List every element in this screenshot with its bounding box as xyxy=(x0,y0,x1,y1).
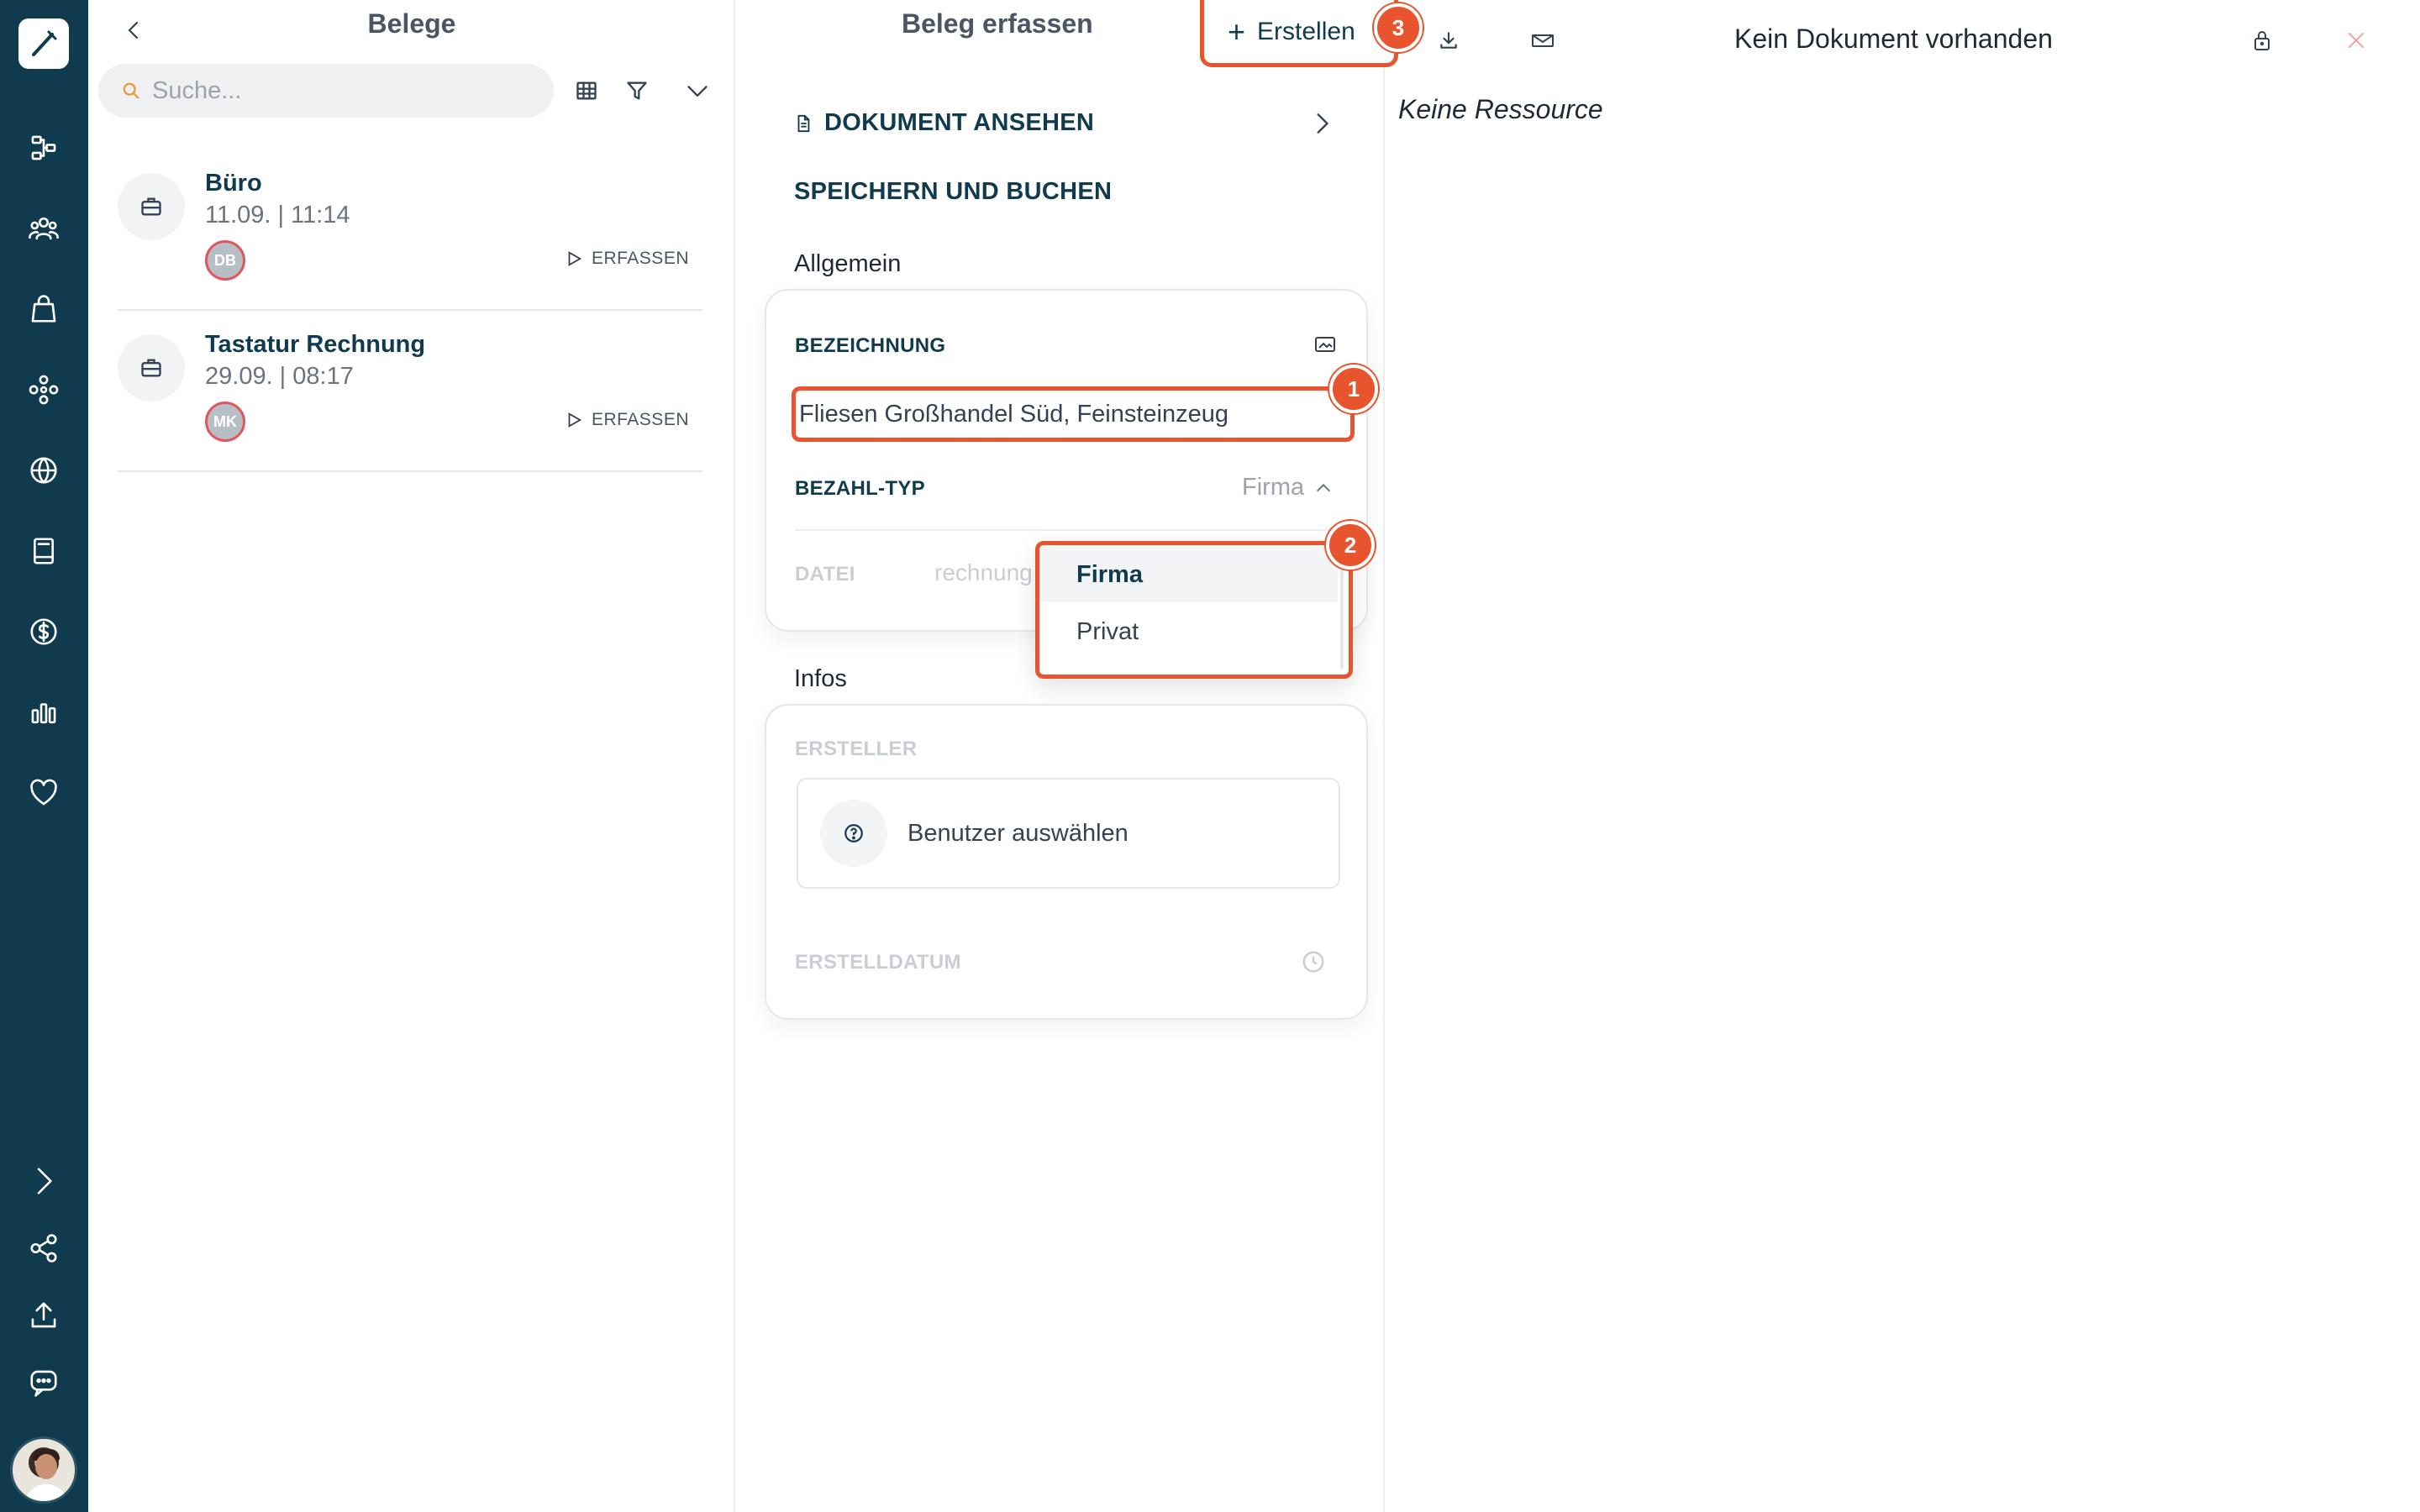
logo-icon[interactable] xyxy=(18,18,69,69)
divider xyxy=(795,529,1343,531)
chevron-right-icon[interactable] xyxy=(22,1159,66,1203)
email-icon[interactable] xyxy=(1526,24,1560,57)
dropdown-option-firma[interactable]: Firma xyxy=(1039,547,1338,602)
form-title: Beleg erfassen xyxy=(902,8,1093,39)
viewer-title: Kein Dokument vorhanden xyxy=(1734,24,2053,54)
table-view-icon[interactable] xyxy=(568,72,605,109)
list-item-date: 11.09. | 11:14 xyxy=(205,202,350,228)
book-icon[interactable] xyxy=(22,529,66,573)
chevron-right-icon[interactable] xyxy=(1311,111,1333,140)
upload-icon[interactable] xyxy=(22,1294,66,1337)
callout-marker-2: 2 xyxy=(1326,521,1375,570)
team-icon[interactable] xyxy=(22,207,66,250)
briefcase-icon xyxy=(118,173,185,240)
section-general-heading: Allgemein xyxy=(794,250,902,277)
heart-icon[interactable] xyxy=(22,771,66,815)
sidebar xyxy=(0,0,88,1512)
file-label: DATEI xyxy=(795,563,855,585)
download-icon[interactable] xyxy=(1432,24,1465,57)
file-value: rechnung xyxy=(934,559,1033,585)
play-icon xyxy=(568,412,582,428)
capture-label: ERFASSEN xyxy=(591,249,689,268)
bar-chart-icon[interactable] xyxy=(22,690,66,734)
capture-button[interactable]: ERFASSEN xyxy=(565,249,689,269)
payment-type-dropdown: Firma Privat xyxy=(1035,541,1353,679)
globe-icon[interactable] xyxy=(22,449,66,492)
create-button[interactable]: + Erstellen xyxy=(1200,0,1398,67)
created-date-label: ERSTELLDATUM xyxy=(795,951,961,974)
help-icon xyxy=(820,800,887,867)
search-input[interactable] xyxy=(152,76,522,105)
list-item[interactable]: Büro 11.09. | 11:14 DB ERFASSEN xyxy=(118,151,702,311)
play-icon xyxy=(568,251,582,266)
search-icon xyxy=(123,82,139,99)
dropdown-option-privat[interactable]: Privat xyxy=(1039,604,1338,659)
callout-marker-1: 1 xyxy=(1329,365,1378,413)
section-infos-heading: Infos xyxy=(794,665,847,692)
page-title: Belege xyxy=(367,8,456,39)
list-item-title: Tastatur Rechnung xyxy=(205,331,426,358)
payment-type-label: BEZAHL-TYP xyxy=(795,477,925,500)
workflow-icon[interactable] xyxy=(22,126,66,170)
dollar-icon[interactable] xyxy=(22,610,66,654)
payment-type-select[interactable]: Firma xyxy=(1242,474,1333,501)
save-and-book-button[interactable]: SPEICHERN UND BUCHEN xyxy=(794,178,1112,206)
creator-label: ERSTELLER xyxy=(795,738,918,760)
image-icon[interactable] xyxy=(1314,334,1336,359)
callout-marker-3: 3 xyxy=(1374,3,1423,52)
chevron-up-icon xyxy=(1317,483,1331,491)
chat-icon[interactable] xyxy=(22,1361,66,1404)
list-item[interactable]: Tastatur Rechnung 29.09. | 08:17 MK ERFA… xyxy=(118,312,702,472)
list-item-title: Büro xyxy=(205,170,262,197)
user-badge: MK xyxy=(205,402,245,442)
dropdown-scrollbar[interactable] xyxy=(1340,552,1344,669)
designation-input[interactable] xyxy=(792,386,1355,442)
capture-label: ERFASSEN xyxy=(591,410,689,429)
create-button-label: Erstellen xyxy=(1257,17,1355,45)
viewer-empty-message: Keine Ressource xyxy=(1398,94,1603,124)
payment-type-value: Firma xyxy=(1242,474,1305,501)
plus-icon: + xyxy=(1228,13,1246,49)
document-icon xyxy=(797,114,810,132)
user-picker[interactable]: Benutzer auswählen xyxy=(797,778,1340,889)
designation-label: BEZEICHNUNG xyxy=(795,334,946,357)
network-icon[interactable] xyxy=(22,368,66,412)
view-document-label: DOKUMENT ANSEHEN xyxy=(824,109,1095,136)
shopping-bag-icon[interactable] xyxy=(22,287,66,331)
search-bar xyxy=(98,64,554,118)
save-and-book-label: SPEICHERN UND BUCHEN xyxy=(794,178,1113,205)
capture-button[interactable]: ERFASSEN xyxy=(565,410,689,430)
briefcase-icon xyxy=(118,334,185,402)
view-document-link[interactable]: DOKUMENT ANSEHEN xyxy=(794,109,1094,137)
filter-icon[interactable] xyxy=(618,72,655,109)
lock-icon[interactable] xyxy=(2245,24,2279,57)
user-picker-label: Benutzer auswählen xyxy=(908,819,1128,847)
share-icon[interactable] xyxy=(22,1226,66,1270)
chevron-down-icon[interactable] xyxy=(679,72,716,109)
user-badge: DB xyxy=(205,240,245,281)
list-item-date: 29.09. | 08:17 xyxy=(205,363,354,390)
avatar[interactable] xyxy=(10,1436,77,1504)
close-icon[interactable] xyxy=(2339,24,2373,57)
clock-icon[interactable] xyxy=(1301,949,1326,974)
